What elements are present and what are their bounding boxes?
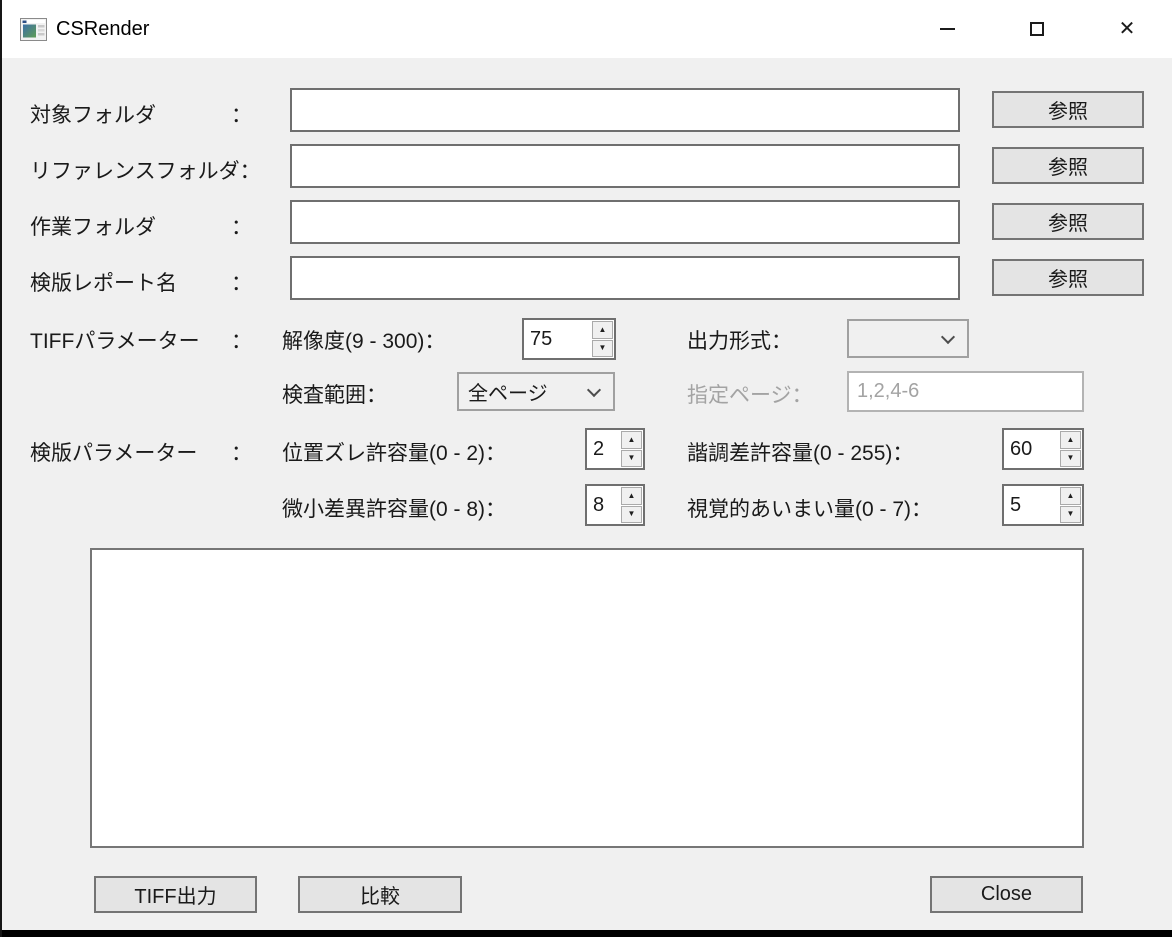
report-name-browse-button[interactable]: 参照 — [992, 259, 1144, 296]
resolution-value[interactable]: 75 — [524, 320, 591, 358]
check-section-label: 検版パラメーター ： — [30, 437, 252, 467]
minimize-icon — [940, 28, 955, 30]
window-bottom-edge — [2, 930, 1172, 937]
log-output-area[interactable] — [90, 548, 1084, 848]
position-tolerance-label: 位置ズレ許容量(0 - 2)： — [282, 437, 506, 467]
scan-range-label: 検査範囲： — [282, 379, 387, 409]
titlebar: CSRender ✕ — [2, 0, 1172, 58]
arrow-down-icon: ▼ — [628, 454, 636, 462]
position-tolerance-spin-up-button[interactable]: ▲ — [621, 431, 642, 449]
work-folder-browse-button[interactable]: 参照 — [992, 203, 1144, 240]
visual-blur-label: 視覚的あいまい量(0 - 7)： — [687, 493, 932, 523]
page-spec-input[interactable] — [847, 371, 1084, 412]
resolution-spin-down-button[interactable]: ▼ — [592, 340, 613, 358]
application-window: CSRender ✕ 対象フォルダ ： 参照 リファレンスフォルダ ： 参照 作… — [0, 0, 1172, 937]
visual-blur-value[interactable]: 5 — [1004, 486, 1059, 524]
window-controls: ✕ — [902, 0, 1172, 58]
tiff-section-label: TIFFパラメーター ： — [30, 325, 252, 355]
close-icon: ✕ — [1119, 19, 1136, 39]
output-format-label: 出力形式： — [687, 325, 792, 355]
report-name-input[interactable] — [290, 256, 960, 300]
chevron-down-icon — [941, 329, 955, 343]
visual-blur-spin-up-button[interactable]: ▲ — [1060, 487, 1081, 505]
arrow-up-icon: ▲ — [1067, 492, 1075, 500]
target-folder-browse-button[interactable]: 参照 — [992, 91, 1144, 128]
work-folder-label: 作業フォルダ ： — [30, 211, 252, 241]
close-dialog-button[interactable]: Close — [930, 876, 1083, 913]
tone-tolerance-label: 諧調差許容量(0 - 255)： — [687, 437, 913, 467]
maximize-icon — [1030, 22, 1044, 36]
arrow-down-icon: ▼ — [628, 510, 636, 518]
arrow-up-icon: ▲ — [628, 436, 636, 444]
arrow-up-icon: ▲ — [599, 326, 607, 334]
tone-tolerance-spin-down-button[interactable]: ▼ — [1060, 450, 1081, 468]
output-format-select[interactable] — [847, 319, 969, 358]
arrow-down-icon: ▼ — [1067, 454, 1075, 462]
scan-range-select[interactable]: 全ページ — [457, 372, 615, 411]
tone-tolerance-spinner: 60 ▲ ▼ — [1002, 428, 1084, 470]
visual-blur-spin-down-button[interactable]: ▼ — [1060, 506, 1081, 524]
close-button[interactable]: ✕ — [1082, 0, 1172, 58]
scan-range-value: 全ページ — [468, 377, 548, 406]
chevron-down-icon — [587, 382, 601, 396]
minor-diff-tolerance-value[interactable]: 8 — [587, 486, 620, 524]
tone-tolerance-value[interactable]: 60 — [1004, 430, 1059, 468]
resolution-spinner: 75 ▲ ▼ — [522, 318, 616, 360]
reference-folder-browse-button[interactable]: 参照 — [992, 147, 1144, 184]
target-folder-input[interactable] — [290, 88, 960, 132]
minimize-button[interactable] — [902, 0, 992, 58]
arrow-up-icon: ▲ — [1067, 436, 1075, 444]
reference-folder-label: リファレンスフォルダ ： — [30, 155, 252, 185]
maximize-button[interactable] — [992, 0, 1082, 58]
compare-button[interactable]: 比較 — [298, 876, 462, 913]
window-title: CSRender — [56, 18, 149, 41]
report-name-label: 検版レポート名 ： — [30, 267, 252, 297]
arrow-up-icon: ▲ — [628, 492, 636, 500]
minor-diff-spin-down-button[interactable]: ▼ — [621, 506, 642, 524]
page-spec-label: 指定ページ： — [687, 379, 813, 409]
position-tolerance-spin-down-button[interactable]: ▼ — [621, 450, 642, 468]
arrow-down-icon: ▼ — [599, 344, 607, 352]
arrow-down-icon: ▼ — [1067, 510, 1075, 518]
resolution-spin-up-button[interactable]: ▲ — [592, 321, 613, 339]
position-tolerance-spinner: 2 ▲ ▼ — [585, 428, 645, 470]
reference-folder-input[interactable] — [290, 144, 960, 188]
tiff-output-button[interactable]: TIFF出力 — [94, 876, 257, 913]
visual-blur-spinner: 5 ▲ ▼ — [1002, 484, 1084, 526]
position-tolerance-value[interactable]: 2 — [587, 430, 620, 468]
minor-diff-spin-up-button[interactable]: ▲ — [621, 487, 642, 505]
work-folder-input[interactable] — [290, 200, 960, 244]
target-folder-label: 対象フォルダ ： — [30, 99, 252, 129]
app-icon — [20, 18, 47, 41]
resolution-label: 解像度(9 - 300)： — [282, 325, 445, 355]
tone-tolerance-spin-up-button[interactable]: ▲ — [1060, 431, 1081, 449]
minor-diff-tolerance-label: 微小差異許容量(0 - 8)： — [282, 493, 506, 523]
minor-diff-tolerance-spinner: 8 ▲ ▼ — [585, 484, 645, 526]
